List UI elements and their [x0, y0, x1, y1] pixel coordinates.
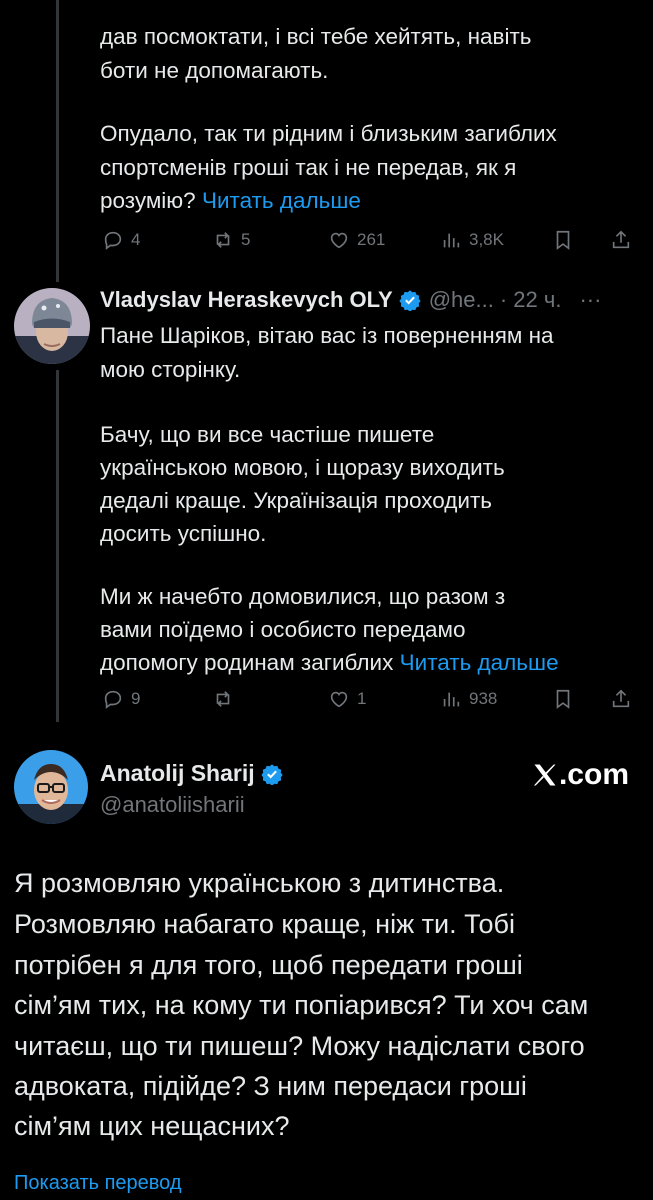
views-icon [443, 233, 460, 248]
repost-button[interactable]: 5 [212, 225, 250, 255]
share-button[interactable] [610, 684, 632, 714]
author-handle[interactable]: @anatoliisharii [100, 792, 245, 818]
tweet-2-line: досить успішно. [100, 521, 267, 546]
tweet-3-line: читаєш, що ти пишеш? Можу надіслати свог… [14, 1031, 585, 1061]
tweet-2-line: дедалі краще. Українізація проходить [100, 488, 492, 513]
bookmark-icon [556, 689, 570, 709]
more-options-icon[interactable]: ··· [579, 287, 601, 313]
tweet-1-last-line: розумію? Читать дальше [100, 184, 361, 218]
avatar[interactable] [14, 288, 90, 364]
reply-count: 4 [131, 230, 141, 249]
tweet-3-line: Я розмовляю українською з дитинства. [14, 868, 505, 898]
tweet-2-line: Ми ж начебто домовилися, що разом з [100, 584, 506, 609]
tweet-2-header: Vladyslav Heraskevych OLY @he... · 22 ч.… [100, 287, 601, 313]
share-icon [612, 689, 630, 708]
like-button[interactable]: 261 [328, 225, 385, 255]
tweet-2-last-line: допомогу родинам загиблих Читать дальше [100, 646, 559, 680]
author-name[interactable]: Vladyslav Heraskevych OLY [100, 287, 393, 313]
reply-icon [104, 231, 122, 250]
reply-button[interactable]: 4 [102, 225, 140, 255]
avatar-helmet-image [14, 288, 90, 364]
views-icon [443, 692, 460, 707]
views-count: 3,8K [469, 230, 504, 249]
repost-count: 5 [241, 230, 251, 249]
tweet-1-line: боти не допомагають. [100, 58, 329, 83]
tweet-2-actions: 9 1 938 [100, 684, 640, 714]
x-logo-icon [533, 764, 556, 786]
share-button[interactable] [610, 225, 632, 255]
repost-button[interactable] [212, 684, 241, 714]
tweet-2-line: українською мовою, і щоразу виходить [100, 455, 505, 480]
heart-icon [330, 232, 348, 249]
tweet-3-handle-row: @anatoliisharii [100, 792, 245, 818]
share-icon [612, 230, 630, 249]
bookmark-icon [556, 230, 570, 250]
tweet-3-line: потрібен я для того, щоб передати гроші [14, 950, 523, 980]
tweet-1-line: дав посмоктати, і всі тебе хейтять, наві… [100, 24, 532, 49]
reply-count: 9 [131, 689, 141, 708]
tweet-3-line: сім’ям цих нещасних? [14, 1111, 290, 1141]
tweet-2-line: Пане Шаріков, вітаю вас із поверненням н… [100, 323, 554, 348]
heart-icon [330, 691, 348, 708]
brand-text: .com [558, 758, 629, 791]
read-more-link[interactable]: Читать дальше [202, 188, 361, 213]
views-button[interactable]: 938 [440, 684, 497, 714]
tweet-3-line: адвоката, підійде? З ним передаси гроші [14, 1071, 527, 1101]
tweet-2-line: вами поїдемо і особисто передамо [100, 617, 466, 642]
bookmark-button[interactable] [552, 684, 574, 714]
tweet-1-line: спортсменів гроші так і не передав, як я [100, 155, 517, 180]
tweet-time[interactable]: · 22 ч. [500, 287, 562, 313]
tweet-2-line: мою сторінку. [100, 357, 241, 382]
reply-button[interactable]: 9 [102, 684, 140, 714]
show-translation-link[interactable]: Показать перевод [14, 1168, 182, 1198]
thread-line-middle [56, 370, 59, 722]
tweet-3-header: Anatolij Sharij [100, 760, 283, 787]
read-more-link[interactable]: Читать дальше [400, 650, 559, 675]
like-button[interactable]: 1 [328, 684, 366, 714]
tweet-3-line: сім’ям тих, на кому ти попіарився? Ти хо… [14, 990, 589, 1020]
avatar[interactable] [14, 750, 88, 824]
tweet-1-text: розумію? [100, 188, 196, 213]
repost-icon [216, 691, 230, 707]
author-name[interactable]: Anatolij Sharij [100, 760, 255, 787]
author-handle[interactable]: @he... [429, 287, 494, 313]
reply-icon [104, 690, 122, 709]
avatar-portrait-image [14, 750, 88, 824]
bookmark-button[interactable] [552, 225, 574, 255]
tweet-3-line: Розмовляю набагато краще, ніж ти. Тобі [14, 909, 515, 939]
tweet-2-text: допомогу родинам загиблих [100, 650, 394, 675]
thread-line-top [56, 0, 59, 282]
views-button[interactable]: 3,8K [440, 225, 504, 255]
tweet-1-actions: 4 5 261 3,8K [100, 225, 640, 255]
like-count: 261 [357, 230, 386, 249]
repost-icon [216, 232, 230, 248]
tweet-1-line: Опудало, так ти рідним і близьким загибл… [100, 121, 557, 146]
like-count: 1 [357, 689, 367, 708]
verified-badge-icon [399, 290, 421, 311]
views-count: 938 [469, 689, 498, 708]
verified-badge-icon [261, 763, 283, 785]
tweet-2-line: Бачу, що ви все частіше пишете [100, 422, 435, 447]
x-com-logo: .com [531, 758, 629, 792]
